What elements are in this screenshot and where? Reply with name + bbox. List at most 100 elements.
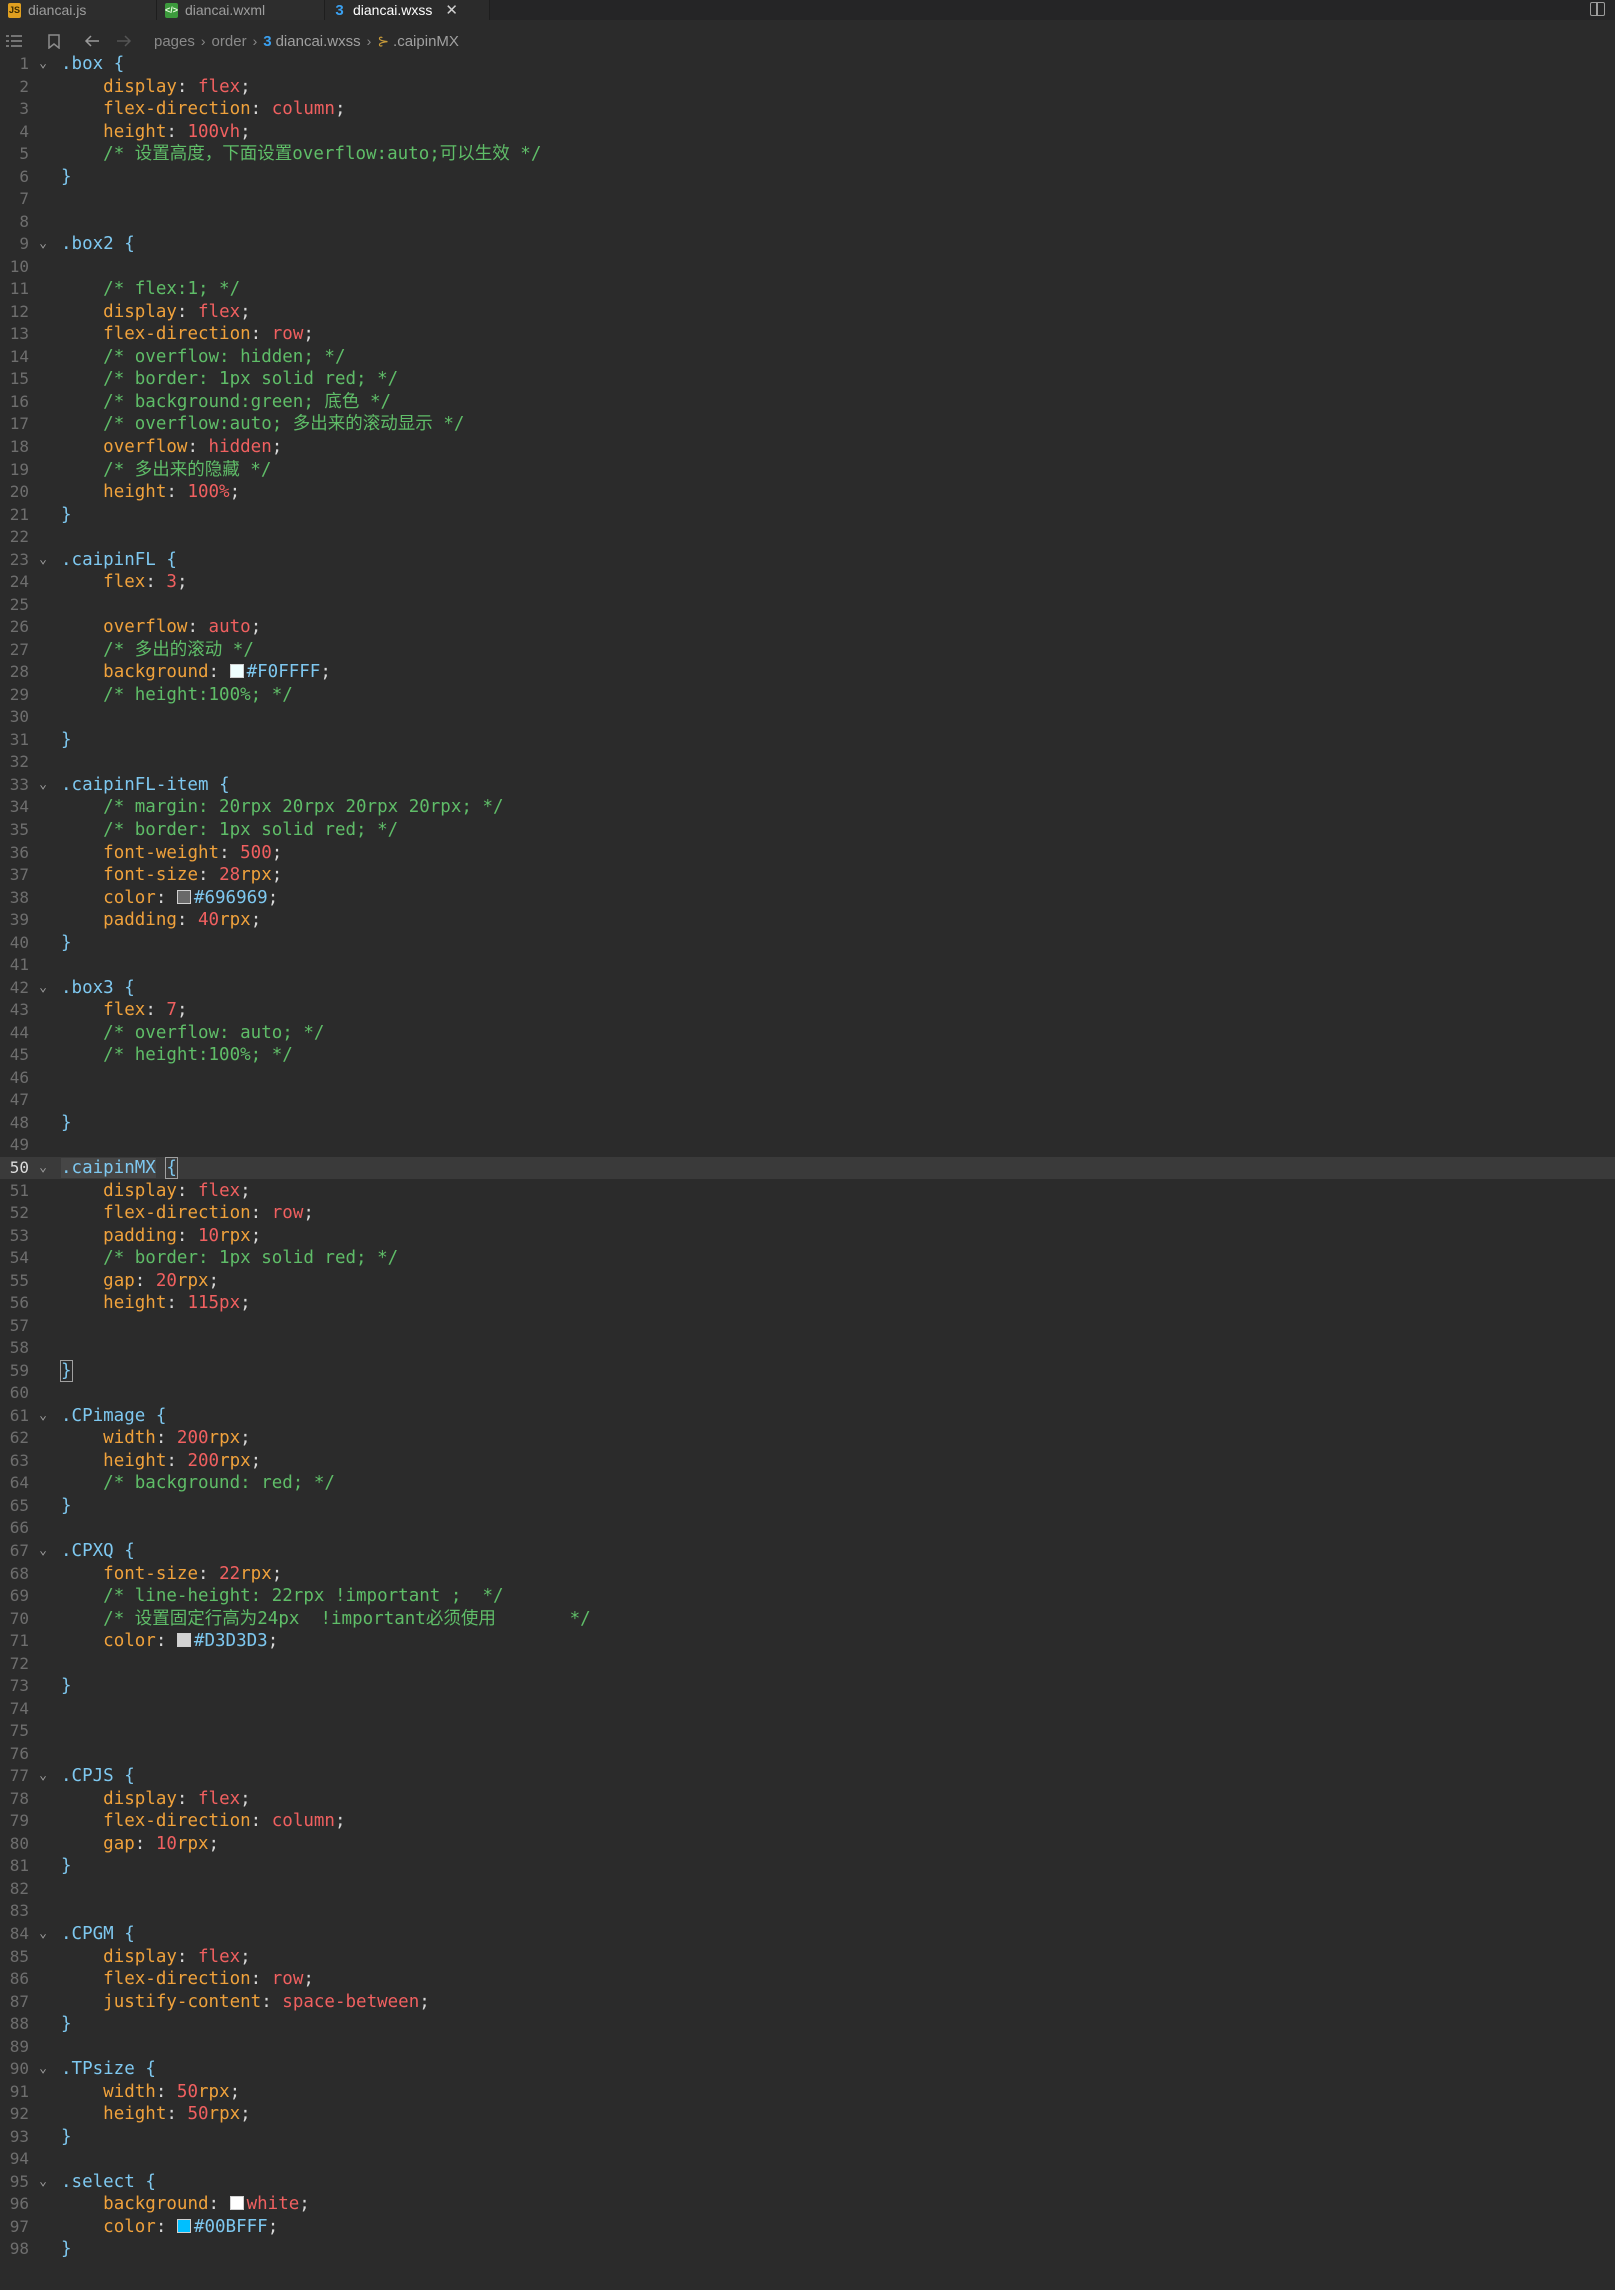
- fold-chevron-icon[interactable]: ⌄: [37, 1405, 49, 1428]
- code-line[interactable]: 65}: [0, 1495, 1615, 1518]
- code-line[interactable]: 62 width: 200rpx;: [0, 1427, 1615, 1450]
- code-line[interactable]: 19 /* 多出来的隐藏 */: [0, 459, 1615, 482]
- code-line[interactable]: 47: [0, 1089, 1615, 1112]
- fold-chevron-icon[interactable]: ⌄: [37, 2171, 49, 2194]
- code-line[interactable]: 5 /* 设置高度，下面设置overflow:auto;可以生效 */: [0, 143, 1615, 166]
- code-line[interactable]: 49: [0, 1134, 1615, 1157]
- fold-chevron-icon[interactable]: ⌄: [37, 549, 49, 572]
- code-line[interactable]: 75: [0, 1720, 1615, 1743]
- code-line[interactable]: 66: [0, 1517, 1615, 1540]
- code-line[interactable]: 61 ⌄ .CPimage {: [0, 1405, 1615, 1428]
- code-line[interactable]: 6}: [0, 166, 1615, 189]
- code-line[interactable]: 59}: [0, 1359, 1615, 1383]
- code-line[interactable]: 24 flex: 3;: [0, 571, 1615, 594]
- code-line[interactable]: 21}: [0, 504, 1615, 527]
- color-swatch[interactable]: [229, 2196, 244, 2211]
- code-line[interactable]: 68 font-size: 22rpx;: [0, 1563, 1615, 1586]
- code-line[interactable]: 92 height: 50rpx;: [0, 2103, 1615, 2126]
- code-line[interactable]: 88}: [0, 2013, 1615, 2036]
- code-line[interactable]: 41: [0, 954, 1615, 977]
- code-line[interactable]: 4 height: 100vh;: [0, 121, 1615, 144]
- color-swatch[interactable]: [176, 2218, 191, 2233]
- breadcrumb-pages[interactable]: pages: [154, 33, 195, 50]
- code-line[interactable]: 83: [0, 1900, 1615, 1923]
- code-line[interactable]: 37 font-size: 28rpx;: [0, 864, 1615, 887]
- code-line[interactable]: 53 padding: 10rpx;: [0, 1225, 1615, 1248]
- bookmark-icon[interactable]: [48, 33, 60, 49]
- code-line[interactable]: 25: [0, 594, 1615, 617]
- fold-chevron-icon[interactable]: ⌄: [37, 1765, 49, 1788]
- fold-chevron-icon[interactable]: ⌄: [37, 53, 49, 76]
- forward-arrow-icon[interactable]: [116, 35, 132, 47]
- code-line[interactable]: 35 /* border: 1px solid red; */: [0, 819, 1615, 842]
- code-line[interactable]: 16 /* background:green; 底色 */: [0, 391, 1615, 414]
- code-line[interactable]: 58: [0, 1337, 1615, 1360]
- code-line[interactable]: 97 color: #00BFFF;: [0, 2216, 1615, 2239]
- code-line[interactable]: 71 color: #D3D3D3;: [0, 1630, 1615, 1653]
- code-line[interactable]: 26 overflow: auto;: [0, 616, 1615, 639]
- code-line[interactable]: 46: [0, 1067, 1615, 1090]
- code-line[interactable]: 87 justify-content: space-between;: [0, 1991, 1615, 2014]
- code-line[interactable]: 90 ⌄ .TPsize {: [0, 2058, 1615, 2081]
- code-line[interactable]: 98}: [0, 2238, 1615, 2261]
- code-line[interactable]: 63 height: 200rpx;: [0, 1450, 1615, 1473]
- breadcrumb-symbol[interactable]: ⊱ .caipinMX: [377, 33, 459, 50]
- code-line[interactable]: 54 /* border: 1px solid red; */: [0, 1247, 1615, 1270]
- tab-diancai-js[interactable]: JS diancai.js: [0, 0, 157, 20]
- fold-chevron-icon[interactable]: ⌄: [37, 1540, 49, 1563]
- code-line[interactable]: 55 gap: 20rpx;: [0, 1270, 1615, 1293]
- color-swatch[interactable]: [176, 1633, 191, 1648]
- code-line[interactable]: 89: [0, 2036, 1615, 2059]
- code-line[interactable]: 56 height: 115px;: [0, 1292, 1615, 1315]
- outline-list-icon[interactable]: [6, 34, 22, 48]
- code-line[interactable]: 57: [0, 1315, 1615, 1338]
- color-swatch[interactable]: [229, 664, 244, 679]
- code-line[interactable]: 12 display: flex;: [0, 301, 1615, 324]
- fold-chevron-icon[interactable]: ⌄: [37, 233, 49, 256]
- code-line[interactable]: 45 /* height:100%; */: [0, 1044, 1615, 1067]
- code-line[interactable]: 82: [0, 1878, 1615, 1901]
- code-line[interactable]: 48}: [0, 1112, 1615, 1135]
- code-line[interactable]: 86 flex-direction: row;: [0, 1968, 1615, 1991]
- code-line[interactable]: 1 ⌄ .box {: [0, 53, 1615, 76]
- code-line[interactable]: 28 background: #F0FFFF;: [0, 661, 1615, 684]
- code-line[interactable]: 7: [0, 188, 1615, 211]
- code-line[interactable]: 73}: [0, 1675, 1615, 1698]
- code-line[interactable]: 72: [0, 1653, 1615, 1676]
- code-line[interactable]: 15 /* border: 1px solid red; */: [0, 368, 1615, 391]
- code-line[interactable]: 64 /* background: red; */: [0, 1472, 1615, 1495]
- code-line[interactable]: 14 /* overflow: hidden; */: [0, 346, 1615, 369]
- fold-chevron-icon[interactable]: ⌄: [37, 977, 49, 1000]
- code-line[interactable]: 70 /* 设置固定行高为24px !important必须使用 */: [0, 1608, 1615, 1631]
- code-line[interactable]: 29 /* height:100%; */: [0, 684, 1615, 707]
- code-line[interactable]: 69 /* line-height: 22rpx !important ; */: [0, 1585, 1615, 1608]
- code-line[interactable]: 40}: [0, 932, 1615, 955]
- code-line[interactable]: 84 ⌄ .CPGM {: [0, 1923, 1615, 1946]
- close-tab-icon[interactable]: ✕: [445, 1, 458, 19]
- breadcrumb-file[interactable]: 3 diancai.wxss: [263, 33, 360, 50]
- code-line[interactable]: 50 ⌄ .caipinMX {: [0, 1156, 1615, 1180]
- code-line[interactable]: 76: [0, 1743, 1615, 1766]
- code-line[interactable]: 38 color: #696969;: [0, 887, 1615, 910]
- code-line[interactable]: 32: [0, 751, 1615, 774]
- code-line[interactable]: 11 /* flex:1; */: [0, 278, 1615, 301]
- code-line[interactable]: 95 ⌄ .select {: [0, 2171, 1615, 2194]
- code-line[interactable]: 23 ⌄ .caipinFL {: [0, 549, 1615, 572]
- code-editor[interactable]: 1 ⌄ .box {2 display: flex; 3 flex-direction…: [0, 53, 1615, 2290]
- code-line[interactable]: 94: [0, 2148, 1615, 2171]
- code-line[interactable]: 52 flex-direction: row;: [0, 1202, 1615, 1225]
- code-line[interactable]: 13 flex-direction: row;: [0, 323, 1615, 346]
- code-line[interactable]: 2 display: flex;: [0, 76, 1615, 99]
- code-line[interactable]: 93}: [0, 2126, 1615, 2149]
- code-line[interactable]: 79 flex-direction: column;: [0, 1810, 1615, 1833]
- code-line[interactable]: 43 flex: 7;: [0, 999, 1615, 1022]
- tab-diancai-wxml[interactable]: </> diancai.wxml: [157, 0, 325, 20]
- code-line[interactable]: 10: [0, 256, 1615, 279]
- code-line[interactable]: 33 ⌄ .caipinFL-item {: [0, 774, 1615, 797]
- code-line[interactable]: 77 ⌄ .CPJS {: [0, 1765, 1615, 1788]
- code-line[interactable]: 20 height: 100%;: [0, 481, 1615, 504]
- fold-chevron-icon[interactable]: ⌄: [37, 774, 49, 797]
- code-line[interactable]: 80 gap: 10rpx;: [0, 1833, 1615, 1856]
- code-line[interactable]: 85 display: flex;: [0, 1946, 1615, 1969]
- code-line[interactable]: 31}: [0, 729, 1615, 752]
